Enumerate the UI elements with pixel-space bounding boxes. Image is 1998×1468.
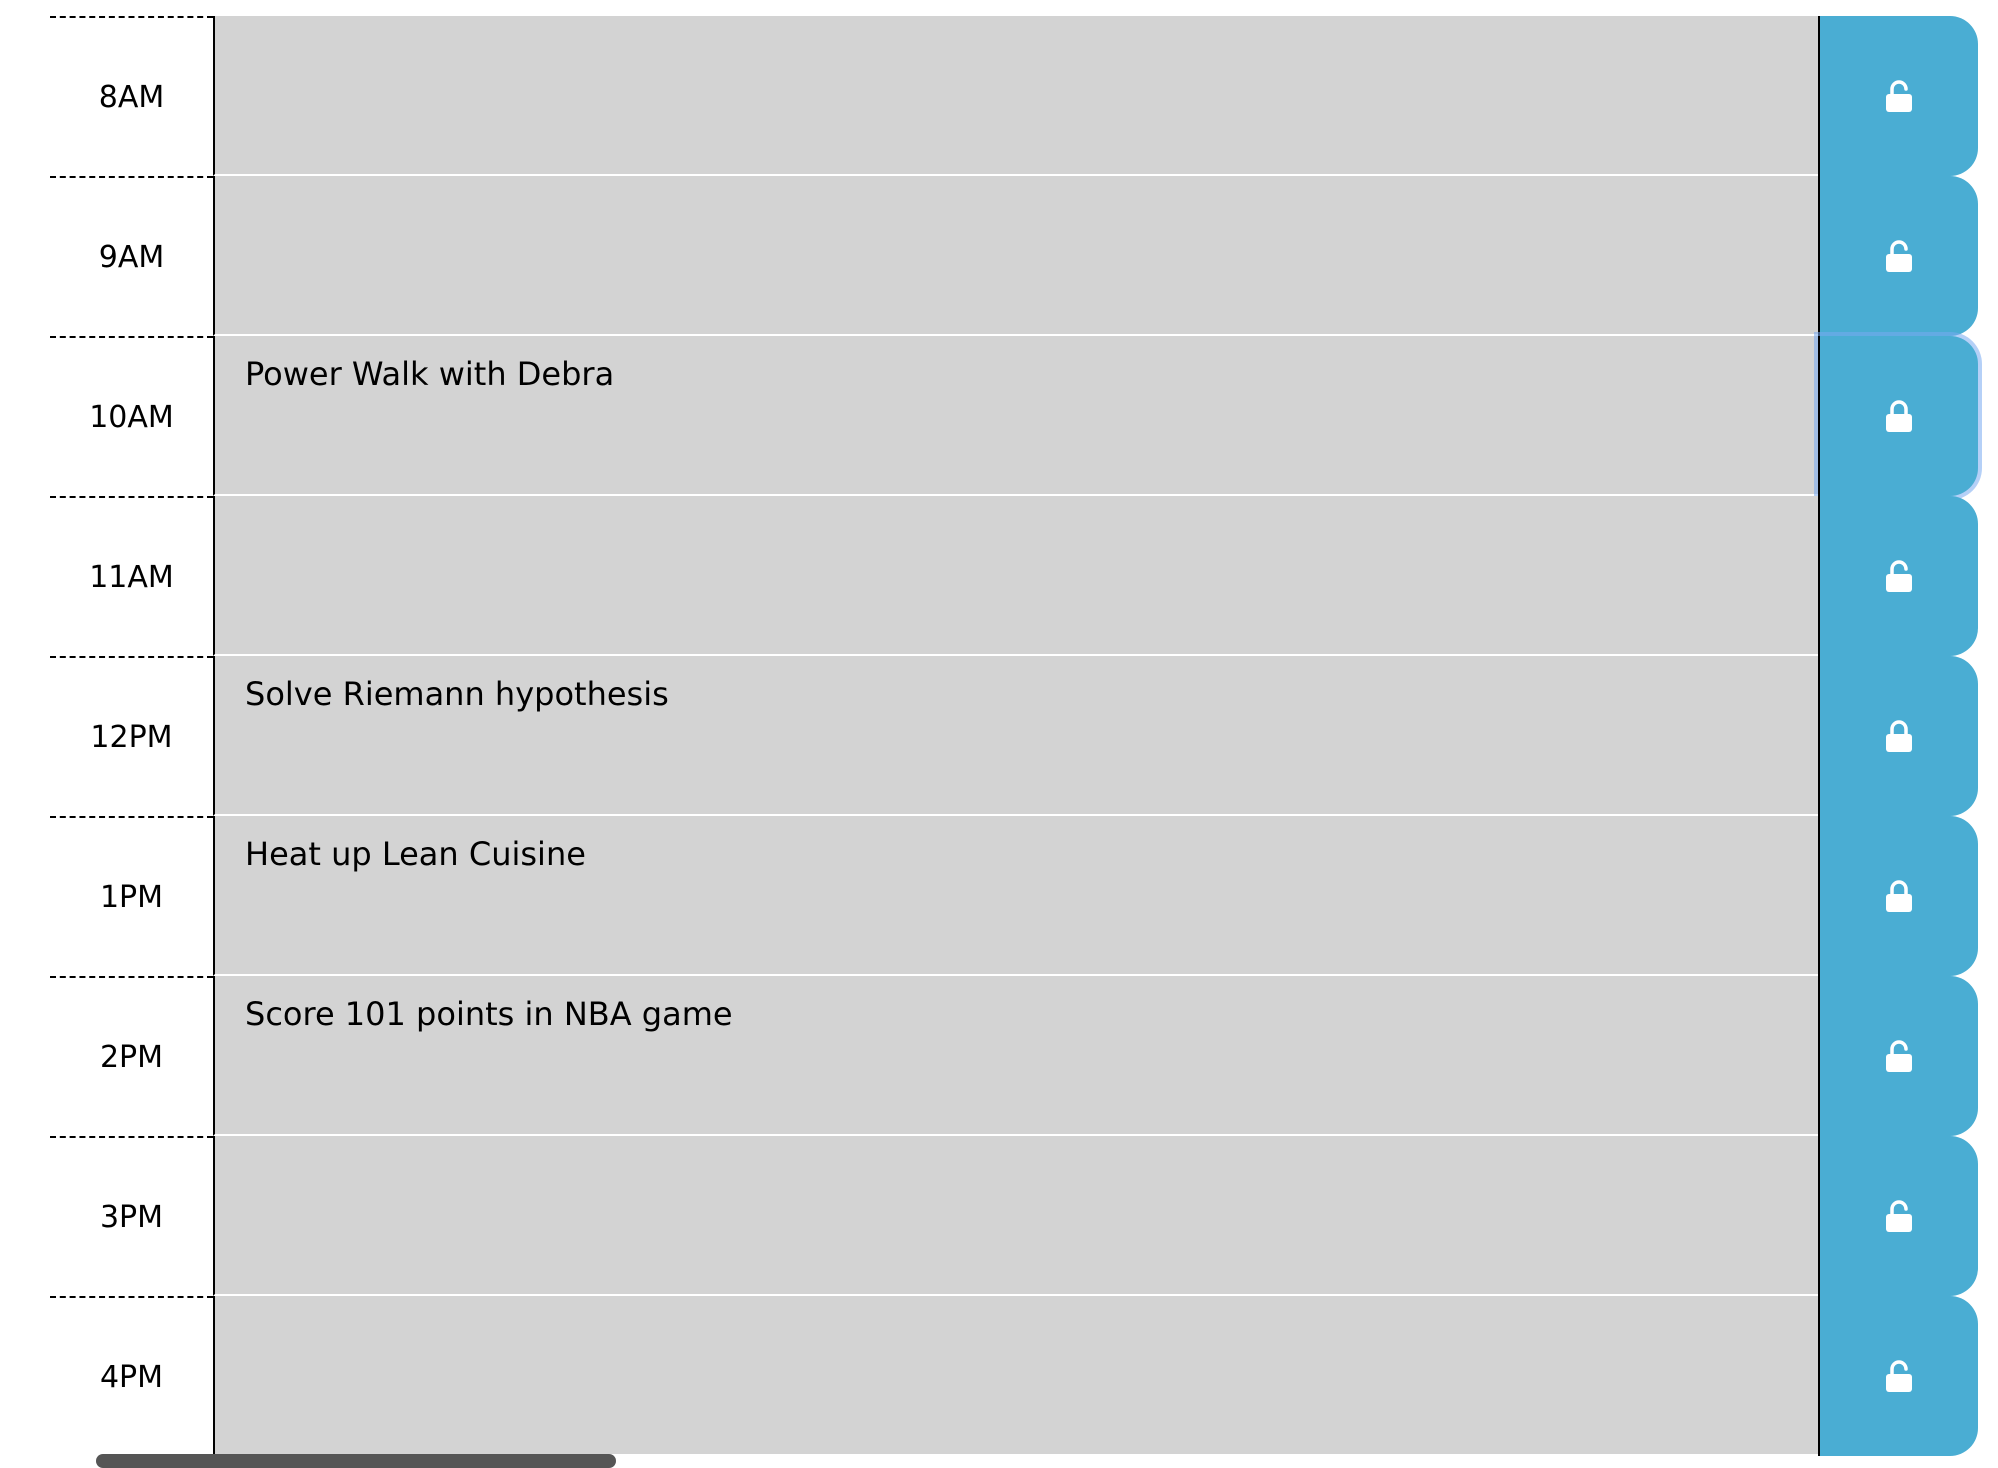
time-block: 4PM <box>50 1296 1978 1456</box>
time-block: 1PM Heat up Lean Cuisine <box>50 816 1978 976</box>
unlock-icon <box>1886 240 1912 272</box>
time-block: 9AM <box>50 176 1978 336</box>
horizontal-scrollbar[interactable] <box>96 1454 616 1468</box>
hour-label: 3PM <box>50 1136 213 1296</box>
unlock-icon <box>1886 560 1912 592</box>
save-button[interactable] <box>1818 816 1978 976</box>
lock-icon <box>1886 400 1912 432</box>
time-block: 10AM Power Walk with Debra <box>50 336 1978 496</box>
event-description[interactable]: Power Walk with Debra <box>213 336 1818 496</box>
time-block: 8AM <box>50 16 1978 176</box>
event-description[interactable] <box>213 496 1818 656</box>
save-button[interactable] <box>1818 176 1978 336</box>
unlock-icon <box>1886 1360 1912 1392</box>
save-button[interactable] <box>1818 656 1978 816</box>
save-button[interactable] <box>1818 336 1978 496</box>
event-description[interactable] <box>213 1296 1818 1456</box>
save-button[interactable] <box>1818 1296 1978 1456</box>
lock-icon <box>1886 720 1912 752</box>
hour-label: 8AM <box>50 16 213 176</box>
planner: 8AM 9AM 10AM Power Walk with Debra 11AM … <box>50 16 1978 1456</box>
event-description[interactable] <box>213 16 1818 176</box>
hour-label: 10AM <box>50 336 213 496</box>
unlock-icon <box>1886 80 1912 112</box>
hour-label: 9AM <box>50 176 213 336</box>
hour-label: 12PM <box>50 656 213 816</box>
save-button[interactable] <box>1818 976 1978 1136</box>
time-block: 12PM Solve Riemann hypothesis <box>50 656 1978 816</box>
save-button[interactable] <box>1818 496 1978 656</box>
save-button[interactable] <box>1818 1136 1978 1296</box>
time-block: 2PM Score 101 points in NBA game <box>50 976 1978 1136</box>
event-description[interactable] <box>213 176 1818 336</box>
hour-label: 4PM <box>50 1296 213 1456</box>
time-block: 3PM <box>50 1136 1978 1296</box>
unlock-icon <box>1886 1200 1912 1232</box>
unlock-icon <box>1886 1040 1912 1072</box>
save-button[interactable] <box>1818 16 1978 176</box>
hour-label: 11AM <box>50 496 213 656</box>
lock-icon <box>1886 880 1912 912</box>
event-description[interactable] <box>213 1136 1818 1296</box>
event-description[interactable]: Score 101 points in NBA game <box>213 976 1818 1136</box>
hour-label: 2PM <box>50 976 213 1136</box>
hour-label: 1PM <box>50 816 213 976</box>
event-description[interactable]: Heat up Lean Cuisine <box>213 816 1818 976</box>
time-block: 11AM <box>50 496 1978 656</box>
event-description[interactable]: Solve Riemann hypothesis <box>213 656 1818 816</box>
